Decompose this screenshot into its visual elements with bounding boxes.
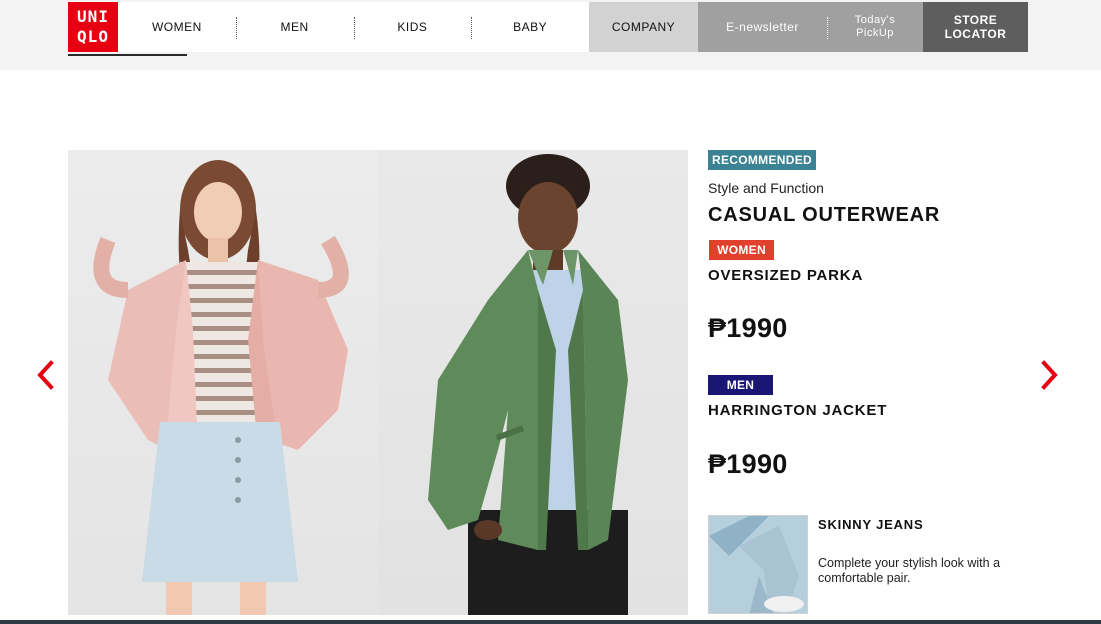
nav-todays-pickup-line2: PickUp [856,27,894,39]
active-tab-underline [68,54,187,56]
nav-store-locator-line2: LOCATOR [944,27,1007,41]
promo-title[interactable]: SKINNY JEANS [818,517,923,532]
product-name-parka[interactable]: OVERSIZED PARKA [708,267,863,284]
nav-men[interactable]: MEN [235,2,354,52]
nav-kids[interactable]: KIDS [353,2,472,52]
women-model-illustration [93,160,349,615]
nav-company[interactable]: COMPANY [589,2,698,52]
product-name-jacket[interactable]: HARRINGTON JACKET [708,402,887,419]
footer-strip [0,620,1101,624]
price-parka: ₱1990 [708,313,788,343]
category-nav: WOMEN MEN KIDS BABY [118,2,589,52]
chevron-right-icon[interactable] [1037,360,1061,390]
price-jacket: ₱1990 [708,449,788,479]
feature-subtitle: Style and Function [708,180,824,196]
feature-headline: CASUAL OUTERWEAR [708,204,941,226]
nav-todays-pickup-line1: Today's [854,14,896,26]
logo-line-1: UNI [77,7,109,26]
nav-baby[interactable]: BABY [471,2,589,52]
nav-women[interactable]: WOMEN [118,2,236,52]
main-nav: WOMEN MEN KIDS BABY COMPANY E-newsletter… [118,2,1028,52]
nav-todays-pickup[interactable]: Today's PickUp [827,2,923,52]
uniqlo-logo[interactable]: UNI QLO [68,2,118,52]
skinny-jeans-thumbnail[interactable] [708,515,808,614]
chevron-left-icon[interactable] [34,360,58,390]
logo-line-2: QLO [77,27,109,46]
jeans-illustration [709,516,807,613]
promo-description: Complete your stylish look with a comfor… [818,556,1001,585]
recommended-badge: RECOMMENDED [708,150,816,170]
men-jacket-photo[interactable] [378,150,688,615]
women-badge: WOMEN [709,240,774,260]
men-badge: MEN [708,375,773,395]
nav-enewsletter[interactable]: E-newsletter [698,2,827,52]
nav-store-locator-line1: STORE [953,13,998,27]
men-model-illustration [428,154,628,615]
women-parka-photo[interactable] [68,150,378,615]
nav-store-locator[interactable]: STORE LOCATOR [923,2,1028,52]
